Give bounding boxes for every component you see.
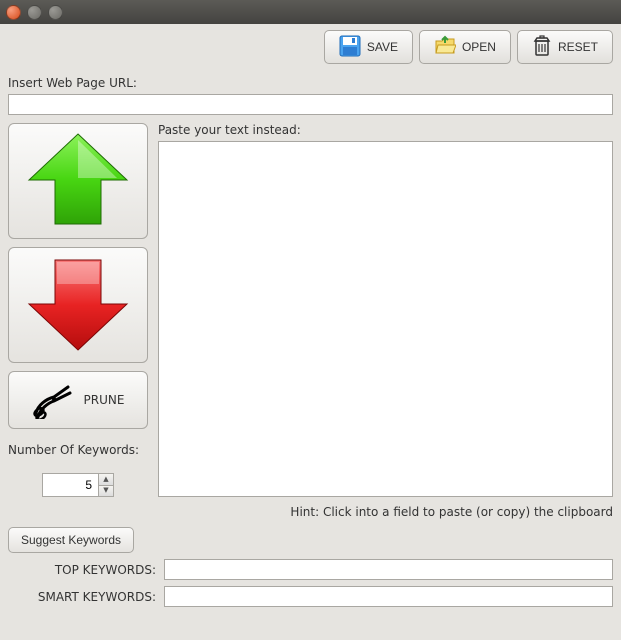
up-button[interactable] [8,123,148,239]
app-body: SAVE OPEN [0,24,621,640]
save-icon [339,35,361,60]
smart-keywords-label: SMART KEYWORDS: [8,590,156,604]
smart-keywords-input[interactable] [164,586,613,607]
reset-button[interactable]: RESET [517,30,613,64]
top-keywords-input[interactable] [164,559,613,580]
save-button[interactable]: SAVE [324,30,413,64]
top-keywords-label: TOP KEYWORDS: [8,563,156,577]
open-button[interactable]: OPEN [419,30,511,64]
left-column: PRUNE Number Of Keywords: ▲ ▼ [8,123,148,497]
url-label: Insert Web Page URL: [8,76,613,90]
keyword-count-stepper[interactable]: ▲ ▼ [42,473,114,497]
open-label: OPEN [462,40,496,54]
stepper-up-button[interactable]: ▲ [98,473,114,485]
down-button[interactable] [8,247,148,363]
hint-text: Hint: Click into a field to paste (or co… [8,505,613,519]
paste-textarea[interactable] [158,141,613,497]
window-close-button[interactable] [6,5,21,20]
open-icon [434,35,456,60]
prune-button[interactable]: PRUNE [8,371,148,429]
top-toolbar: SAVE OPEN [8,30,613,68]
reset-label: RESET [558,40,598,54]
window-maximize-button[interactable] [48,5,63,20]
stepper-down-button[interactable]: ▼ [98,485,114,498]
arrow-up-icon [23,130,133,233]
suggest-keywords-button[interactable]: Suggest Keywords [8,527,134,553]
keyword-count-label: Number Of Keywords: [8,443,148,457]
paste-label: Paste your text instead: [158,123,613,137]
save-label: SAVE [367,40,398,54]
arrow-down-icon [23,254,133,357]
window-minimize-button[interactable] [27,5,42,20]
url-input[interactable] [8,94,613,115]
window-titlebar [0,0,621,24]
right-column: Paste your text instead: [158,123,613,497]
trash-icon [532,35,552,60]
prune-label: PRUNE [84,393,125,407]
keyword-count-input[interactable] [42,473,98,497]
pruning-shears-icon [32,379,76,422]
